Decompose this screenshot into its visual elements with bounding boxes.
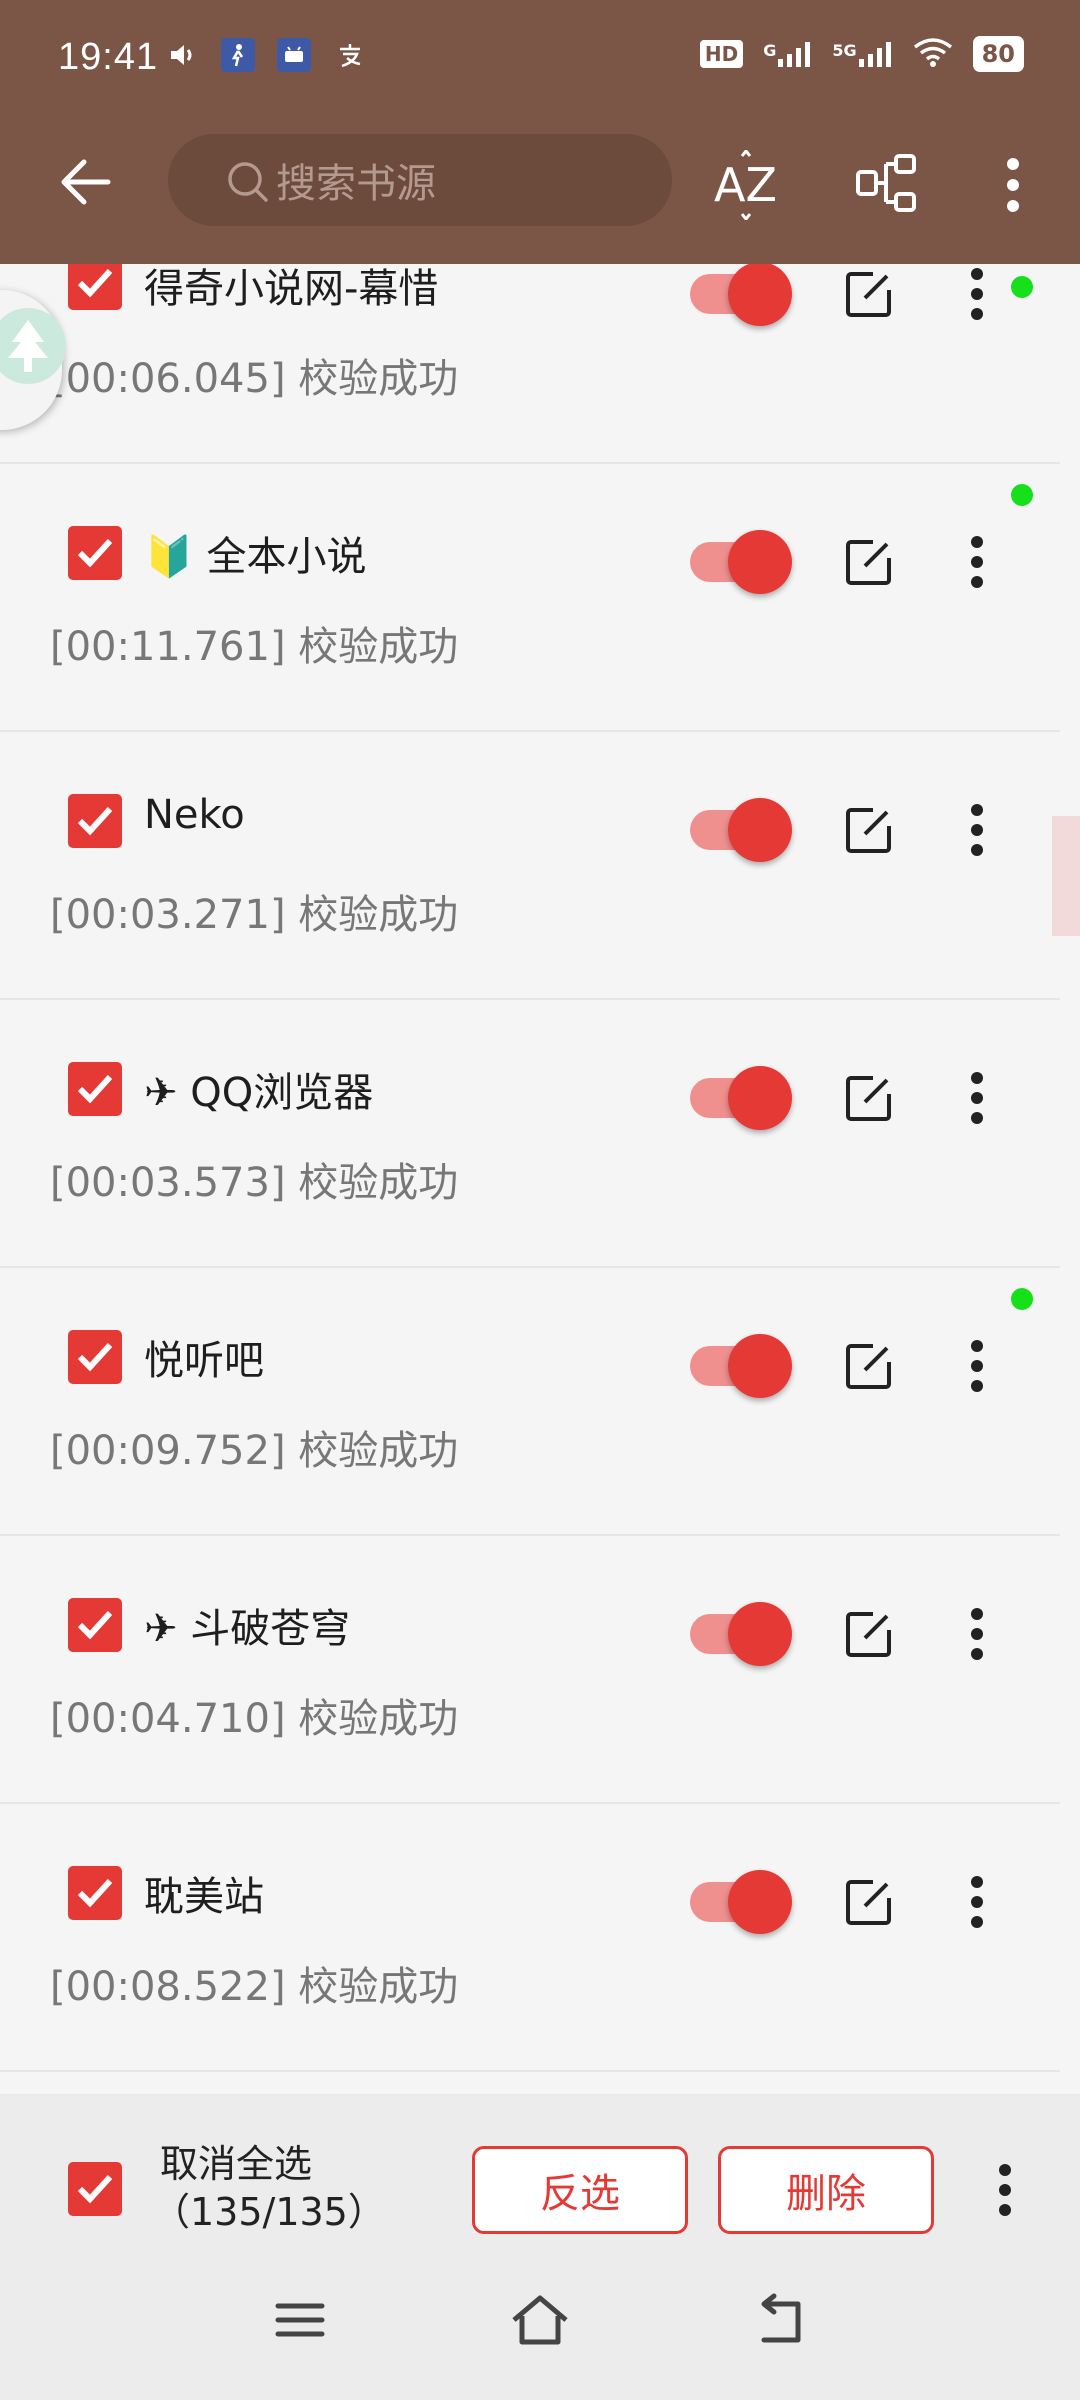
status-right-icons: HD G 5G 80 [699, 36, 1024, 72]
edit-icon[interactable] [843, 804, 895, 856]
source-name: ✈ 斗破苍穹 [144, 1606, 351, 1652]
row-more-icon[interactable] [962, 1068, 992, 1128]
scrollbar-thumb[interactable] [1052, 816, 1080, 936]
edit-icon[interactable] [843, 1608, 895, 1660]
selection-bar: 取消全选 （135/135） 反选 删除 [0, 2094, 1080, 2244]
enable-switch[interactable] [690, 1870, 792, 1934]
overflow-menu-icon[interactable] [988, 150, 1038, 220]
menu-icon[interactable] [264, 2284, 336, 2356]
source-check-status: [00:09.752] 校验成功 [50, 1428, 459, 1474]
source-check-status: [00:03.271] 校验成功 [50, 892, 459, 938]
source-row[interactable]: 得奇小说网-幕惜 [00:06.045] 校验成功 [0, 264, 1060, 464]
enable-switch[interactable] [690, 1602, 792, 1666]
edit-icon[interactable] [843, 268, 895, 320]
enable-switch[interactable] [690, 530, 792, 594]
source-row[interactable]: ✈ 斗破苍穹 [00:04.710] 校验成功 [0, 1536, 1060, 1804]
selection-text: 取消全选 （135/135） [152, 2140, 386, 2236]
source-name: 悦听吧 [144, 1338, 264, 1384]
source-row[interactable]: 耽美站 [00:08.522] 校验成功 [0, 1804, 1060, 2072]
source-check-status: [00:04.710] 校验成功 [50, 1696, 459, 1742]
android-icon [277, 38, 311, 72]
status-dot [1011, 1288, 1033, 1310]
source-checkbox[interactable] [68, 1330, 122, 1384]
bottom-more-icon[interactable] [990, 2160, 1020, 2220]
status-dot [1011, 484, 1033, 506]
edit-icon[interactable] [843, 1876, 895, 1928]
source-checkbox[interactable] [68, 1866, 122, 1920]
hd-icon: HD [699, 40, 744, 68]
enable-switch[interactable] [690, 1066, 792, 1130]
source-row[interactable]: Neko [00:03.271] 校验成功 [0, 732, 1060, 1000]
enable-switch[interactable] [690, 264, 792, 326]
signal-5g-icon: 5G [832, 41, 892, 67]
status-dot [1011, 276, 1033, 298]
source-name: 得奇小说网-幕惜 [144, 266, 439, 312]
source-row[interactable]: 🔰 全本小说 [00:11.761] 校验成功 [0, 464, 1060, 732]
status-bar: 19:41 HD G 5G 80 [0, 0, 1080, 118]
enable-switch[interactable] [690, 798, 792, 862]
sound-icon [165, 38, 199, 72]
row-more-icon[interactable] [962, 1336, 992, 1396]
invert-selection-button[interactable]: 反选 [472, 2146, 688, 2234]
battery-icon: 80 [972, 36, 1024, 72]
tree-icon [0, 308, 66, 384]
sort-arrows-icon [740, 150, 752, 220]
delete-button[interactable]: 删除 [718, 2146, 934, 2234]
back-nav-icon[interactable] [744, 2284, 816, 2356]
system-nav-bar [0, 2244, 1080, 2400]
edit-icon[interactable] [843, 536, 895, 588]
source-row[interactable]: 悦听吧 [00:09.752] 校验成功 [0, 1268, 1060, 1536]
source-name: 🔰 全本小说 [144, 534, 367, 580]
status-left-icons [165, 38, 367, 72]
source-row[interactable]: ✈ QQ浏览器 [00:03.573] 校验成功 [0, 1000, 1060, 1268]
walk-icon [221, 38, 255, 72]
group-icon[interactable] [852, 150, 922, 220]
select-all-checkbox[interactable] [68, 2162, 122, 2216]
edit-icon[interactable] [843, 1340, 895, 1392]
source-check-status: [00:11.761] 校验成功 [50, 624, 459, 670]
source-checkbox[interactable] [68, 526, 122, 580]
source-name: 耽美站 [144, 1874, 264, 1920]
sort-az-button[interactable]: AZ [710, 150, 790, 220]
source-check-status: [00:03.573] 校验成功 [50, 1160, 459, 1206]
source-checkbox[interactable] [68, 1598, 122, 1652]
row-more-icon[interactable] [962, 532, 992, 592]
source-name: ✈ QQ浏览器 [144, 1070, 374, 1116]
app-bar: 19:41 HD G 5G 80 搜索书源 AZ [0, 0, 1080, 264]
wifi-icon [913, 37, 953, 72]
source-list: 得奇小说网-幕惜 [00:06.045] 校验成功 🔰 全本小说 [00:11.761… [0, 264, 1080, 2094]
source-check-status: [00:08.522] 校验成功 [50, 1964, 459, 2010]
signal-icon: G [763, 41, 812, 67]
home-icon[interactable] [504, 2284, 576, 2356]
search-icon [228, 162, 268, 202]
source-checkbox[interactable] [68, 1062, 122, 1116]
search-input[interactable]: 搜索书源 [168, 134, 672, 226]
status-time: 19:41 [58, 36, 159, 78]
alipay-icon [333, 38, 367, 72]
toolbar: 搜索书源 AZ [0, 128, 1080, 238]
selection-count: （135/135） [152, 2190, 386, 2234]
row-more-icon[interactable] [962, 1872, 992, 1932]
select-all-label: 取消全选 [160, 2142, 313, 2186]
search-placeholder: 搜索书源 [276, 161, 436, 207]
enable-switch[interactable] [690, 1334, 792, 1398]
source-name: Neko [144, 792, 245, 838]
row-more-icon[interactable] [962, 1604, 992, 1664]
source-checkbox[interactable] [68, 264, 122, 310]
edit-icon[interactable] [843, 1072, 895, 1124]
source-checkbox[interactable] [68, 794, 122, 848]
row-more-icon[interactable] [962, 264, 992, 324]
back-arrow-icon[interactable] [54, 150, 118, 214]
source-check-status: [00:06.045] 校验成功 [50, 356, 459, 402]
row-more-icon[interactable] [962, 800, 992, 860]
